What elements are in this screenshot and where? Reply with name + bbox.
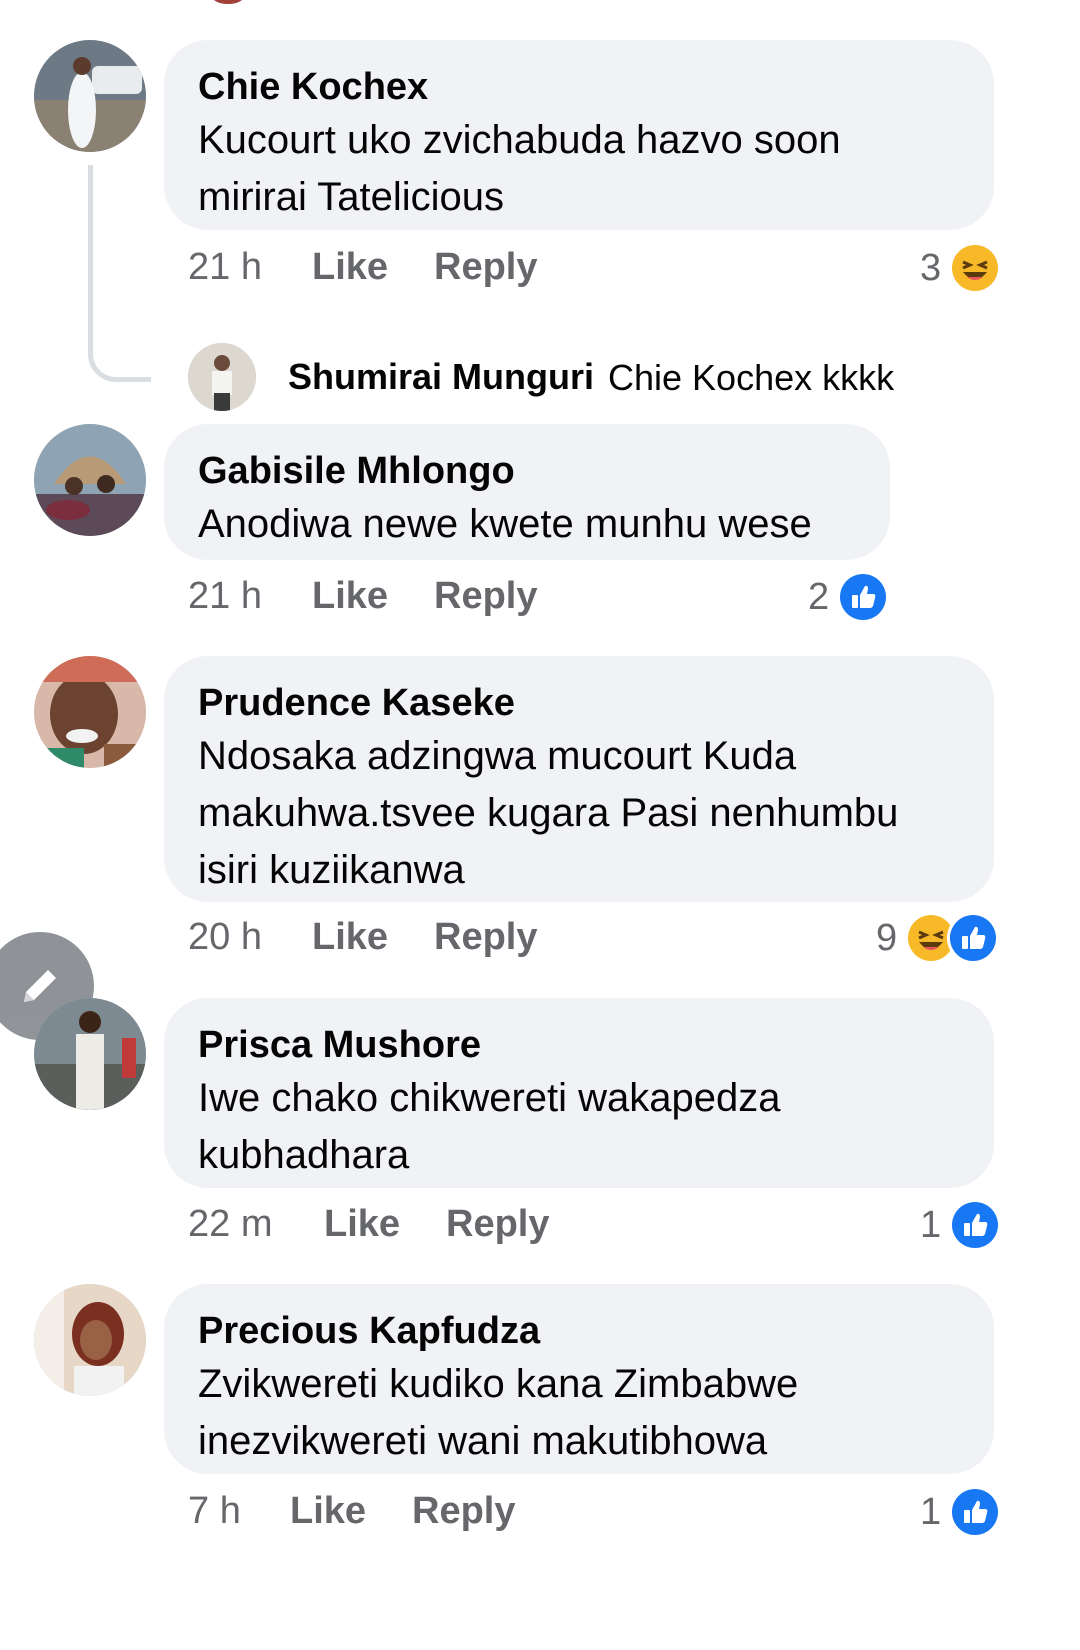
reaction-summary[interactable]: 2 (808, 571, 890, 623)
comment-bubble[interactable]: Chie Kochex Kucourt uko zvichabuda hazvo… (164, 40, 994, 230)
reply-button[interactable]: Reply (434, 246, 537, 289)
avatar[interactable] (34, 656, 146, 768)
comment-text: makuhwa.tsvee kugara Pasi nenhumbu (198, 791, 899, 835)
comment-text: inezvikwereti wani makutibhowa (198, 1419, 768, 1463)
comment-text: Ndosaka adzingwa mucourt Kuda (198, 734, 797, 778)
like-icon (949, 1199, 1002, 1251)
like-icon (949, 1486, 1002, 1538)
reaction-summary[interactable]: 1 (920, 1199, 1002, 1251)
comment-text: Anodiwa newe kwete munhu wese (198, 502, 812, 546)
comment-author[interactable]: Gabisile Mhlongo (198, 446, 856, 496)
like-button[interactable]: Like (324, 1203, 400, 1246)
reaction-count: 9 (876, 916, 898, 959)
comment-text: Iwe chako chikwereti wakapedza (198, 1076, 781, 1120)
like-icon (947, 912, 1000, 964)
comment-text: Kucourt uko zvichabuda hazvo soon (198, 118, 841, 162)
avatar[interactable] (188, 343, 256, 411)
avatar[interactable] (34, 424, 146, 536)
like-icon (837, 571, 890, 623)
like-button[interactable]: Like (312, 575, 388, 618)
reaction-summary[interactable]: 9 (876, 912, 1000, 964)
reaction-summary[interactable]: 3 (920, 242, 1002, 294)
like-button[interactable]: Like (312, 916, 388, 959)
comment-author[interactable]: Prisca Mushore (198, 1020, 960, 1070)
comment-time[interactable]: 22 m (188, 1203, 272, 1246)
comment-text: Zvikwereti kudiko kana Zimbabwe (198, 1362, 799, 1406)
comment-author[interactable]: Chie Kochex (198, 62, 960, 112)
reply-preview[interactable]: Shumirai Munguri Chie Kochex kkkk (188, 343, 895, 411)
comment-bubble[interactable]: Prisca Mushore Iwe chako chikwereti waka… (164, 998, 994, 1188)
reaction-count: 1 (920, 1203, 942, 1246)
avatar[interactable] (34, 40, 146, 152)
reaction-count: 3 (920, 246, 942, 289)
comment-bubble[interactable]: Precious Kapfudza Zvikwereti kudiko kana… (164, 1284, 994, 1474)
reply-button[interactable]: Reply (434, 916, 537, 959)
comment-text: isiri kuziikanwa (198, 848, 465, 892)
comment-bubble[interactable]: Prudence Kaseke Ndosaka adzingwa mucourt… (164, 656, 994, 902)
like-button[interactable]: Like (290, 1490, 366, 1533)
haha-icon (949, 242, 1002, 294)
comment-author[interactable]: Precious Kapfudza (198, 1306, 960, 1356)
comment-text: mirirai Tatelicious (198, 175, 505, 219)
comment-bubble[interactable]: Gabisile Mhlongo Anodiwa newe kwete munh… (164, 424, 890, 560)
comment-time[interactable]: 20 h (188, 916, 262, 959)
comment-time[interactable]: 7 h (188, 1490, 241, 1533)
reply-button[interactable]: Reply (446, 1203, 549, 1246)
reaction-summary[interactable]: 1 (920, 1486, 1002, 1538)
reply-button[interactable]: Reply (434, 575, 537, 618)
comment-time[interactable]: 21 h (188, 246, 262, 289)
reaction-count: 2 (808, 575, 830, 618)
reaction-count: 1 (920, 1490, 942, 1533)
reply-text: Chie Kochex kkkk (608, 356, 895, 398)
like-button[interactable]: Like (312, 246, 388, 289)
reply-author[interactable]: Shumirai Munguri (288, 352, 594, 402)
comment-time[interactable]: 21 h (188, 575, 262, 618)
comment-author[interactable]: Prudence Kaseke (198, 678, 960, 728)
comment-text: kubhadhara (198, 1133, 410, 1177)
avatar[interactable] (34, 998, 146, 1110)
thread-connector (88, 165, 151, 382)
reply-button[interactable]: Reply (412, 1490, 515, 1533)
partial-avatar (206, 0, 250, 4)
pencil-icon (24, 970, 56, 1002)
avatar[interactable] (34, 1284, 146, 1396)
